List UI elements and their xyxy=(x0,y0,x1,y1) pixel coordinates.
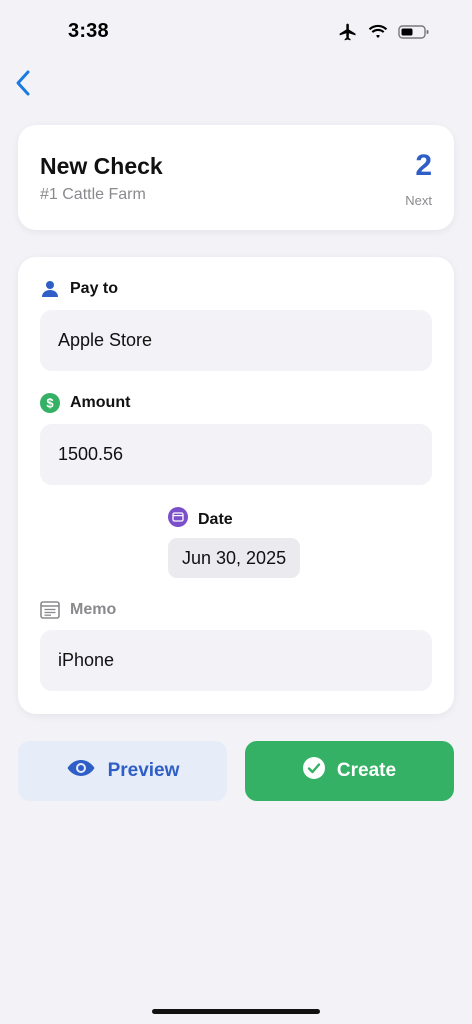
date-label: Date xyxy=(168,507,233,532)
pay-to-field[interactable]: Apple Store xyxy=(40,310,432,371)
preview-button-label: Preview xyxy=(107,760,180,781)
person-icon xyxy=(40,279,60,299)
back-button[interactable] xyxy=(10,66,40,100)
amount-label: $ Amount xyxy=(40,393,130,413)
date-picker[interactable]: Jun 30, 2025 xyxy=(168,538,301,578)
status-bar: 3:38 xyxy=(0,0,472,60)
memo-label: Memo xyxy=(40,600,116,620)
status-icons xyxy=(338,22,430,42)
account-subtitle: #1 Cattle Farm xyxy=(40,186,146,203)
next-label: Next xyxy=(405,193,432,208)
status-time: 3:38 xyxy=(68,20,109,42)
pay-to-label-text: Pay to xyxy=(70,280,119,297)
create-button-label: Create xyxy=(336,760,397,781)
preview-button[interactable]: Preview xyxy=(18,741,227,801)
amount-label-text: Amount xyxy=(70,394,131,411)
memo-field[interactable]: iPhone xyxy=(40,630,432,691)
airplane-icon xyxy=(338,22,358,42)
check-form-card: Pay to Apple Store $ Amount 1500.56 Date… xyxy=(18,257,454,714)
amount-field[interactable]: 1500.56 xyxy=(40,424,432,485)
memo-label-text: Memo xyxy=(70,601,117,618)
home-indicator xyxy=(152,1009,320,1014)
date-label-text: Date xyxy=(198,510,233,528)
page-title: New Check xyxy=(40,153,163,179)
dollar-icon: $ xyxy=(40,393,60,413)
chevron-left-icon xyxy=(10,66,40,100)
pay-to-label: Pay to xyxy=(40,279,118,299)
calendar-icon xyxy=(168,507,188,532)
memo-icon xyxy=(40,600,60,620)
eye-icon xyxy=(66,758,96,784)
checkmark-circle-icon xyxy=(302,757,325,785)
check-number: 2 xyxy=(415,149,432,182)
svg-text:$: $ xyxy=(46,396,54,411)
check-header-card: New Check #1 Cattle Farm 2 Next xyxy=(18,125,454,230)
create-button[interactable]: Create xyxy=(245,741,454,801)
battery-icon xyxy=(398,24,430,40)
wifi-icon xyxy=(368,24,388,40)
